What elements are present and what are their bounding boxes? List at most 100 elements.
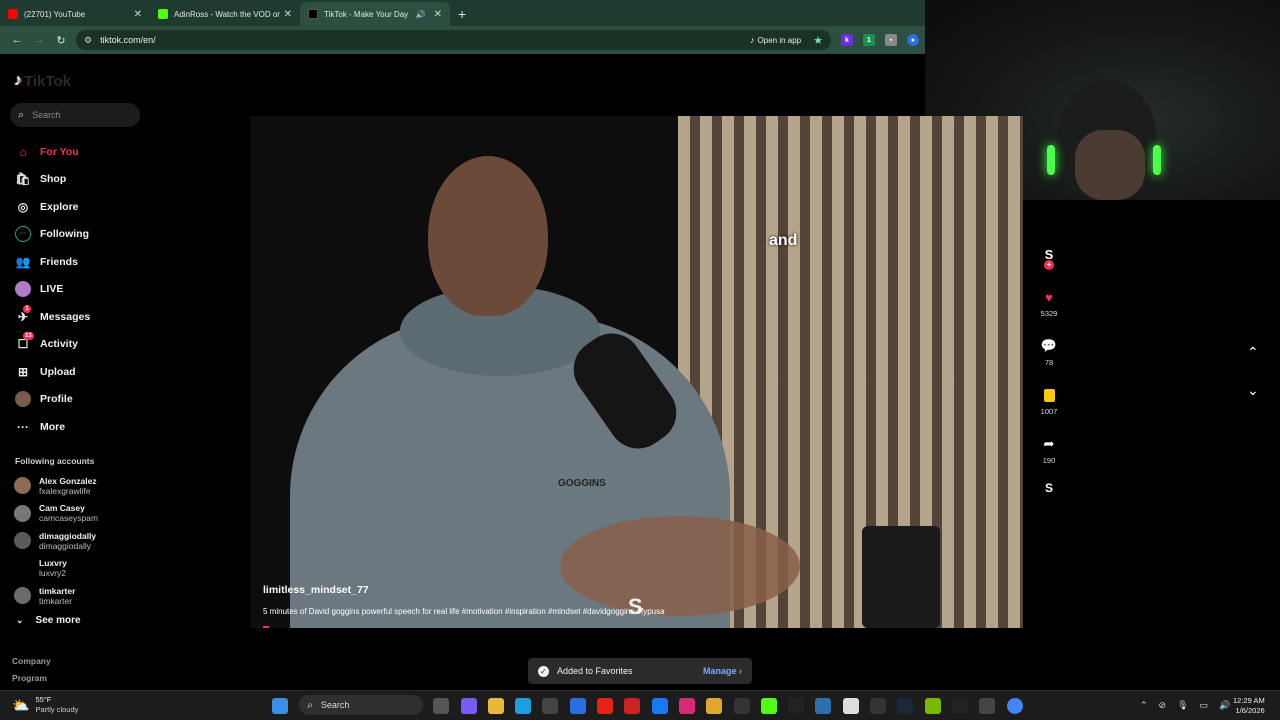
sidebar-item-shop[interactable]: 🛍 Shop [14,166,90,194]
sound-disc[interactable]: S [1033,479,1065,497]
following-account[interactable]: Luxvry luxvry2 [14,555,98,583]
forward-icon[interactable]: → [28,34,50,46]
chrome-icon[interactable] [1006,698,1023,714]
logo-text: TikTok [24,72,71,90]
favorite-count: 1007 [1040,407,1058,416]
see-more-button[interactable]: ⌄ See more [16,615,81,626]
search-input[interactable]: ⌕ Search [10,103,140,127]
video-progress-bar[interactable] [263,626,269,628]
extension-counter-icon[interactable]: 1 [863,34,875,46]
close-tab-icon[interactable]: ✕ [284,9,292,20]
weather-widget[interactable]: ⛅ 55°F Partly cloudy [12,695,78,715]
close-tab-icon[interactable]: ✕ [434,9,442,20]
following-account[interactable]: timkarter timkarter [14,582,98,610]
speaker-icon[interactable]: 🔊 [1219,700,1230,711]
share-count: 190 [1042,456,1056,465]
footer-link-company[interactable]: Company [12,656,51,666]
extension-k-icon[interactable]: k [841,34,853,46]
bookmark-star-icon[interactable]: ★ [813,34,823,47]
like-button[interactable]: ♥ 5329 [1033,288,1065,337]
edge-icon[interactable] [515,698,532,714]
comment-button[interactable]: 💬 78 [1033,337,1065,386]
sidebar-item-label: More [40,420,66,433]
sidebar-item-upload[interactable]: ⊞ Upload [14,358,90,386]
reload-icon[interactable]: ↻ [50,34,72,47]
account-name: timkarter [39,585,76,596]
nvidia-icon[interactable] [924,698,941,714]
search-icon: ⌕ [307,699,313,711]
following-account[interactable]: dimaggiodally dimaggiodally [14,527,98,555]
sidebar-item-label: Upload [40,365,76,378]
app-g-icon[interactable] [870,698,887,714]
creator-avatar[interactable]: S + [1033,244,1065,288]
mail-icon[interactable] [569,698,586,714]
video-player[interactable]: GOGGINS and S limitless_mindset_77 5 min… [250,116,1023,628]
windows-start-icon[interactable] [272,698,288,714]
sidebar-item-explore[interactable]: ◎ Explore [14,193,90,221]
more-icon: ··· [17,419,29,434]
folder-icon[interactable] [706,698,723,714]
tab-tiktok[interactable]: TikTok - Make Your Day 🔊 ✕ [300,2,450,26]
display-icon[interactable]: ▭ [1200,700,1209,711]
clock[interactable]: 12:29 AM 1/6/2026 [1233,696,1265,716]
roblox-icon[interactable] [842,698,859,714]
speaker-icon[interactable]: 🔊 [416,10,426,19]
extension-blue-icon[interactable]: ● [907,34,919,46]
sidebar-item-following[interactable]: ··· Following [14,221,90,249]
open-in-app-button[interactable]: ♪ Open in app [750,35,801,45]
chevron-up-icon[interactable]: ⌃ [1247,344,1259,361]
media-icon[interactable] [733,698,750,714]
network-off-icon[interactable]: ⊘ [1159,700,1167,711]
video-username[interactable]: limitless_mindset_77 [263,584,369,596]
sidebar-item-live[interactable]: LIVE [14,276,90,304]
sidebar-item-activity[interactable]: ☐ 13 Activity [14,331,90,359]
settings-icon[interactable] [979,698,996,714]
instagram-icon[interactable] [678,698,695,714]
app-red-icon[interactable] [624,698,641,714]
facebook-icon[interactable] [651,698,668,714]
back-icon[interactable]: ← [6,34,28,46]
sidebar-item-friends[interactable]: 👥 Friends [14,248,90,276]
file-explorer-icon[interactable] [487,698,504,714]
sidebar-item-messages[interactable]: ✈ 1 Messages [14,303,90,331]
favorite-button[interactable]: 1007 [1033,386,1065,435]
taskbar-search[interactable]: ⌕ Search [299,695,424,715]
epic-icon[interactable] [951,698,968,714]
footer-link-program[interactable]: Program [12,673,47,683]
site-settings-icon[interactable]: ⚙ [84,35,92,46]
comment-count: 78 [1044,358,1054,367]
tab-kick[interactable]: AdinRoss - Watch the VOD on ✕ [150,2,300,26]
mic-icon[interactable]: 🎙 [1177,700,1188,711]
sidebar-item-for-you[interactable]: ⌂ For You [14,138,90,166]
kick-app-icon[interactable] [760,698,777,714]
extension-puzzle-icon[interactable]: ▪ [885,34,897,46]
youtube-icon[interactable] [597,698,614,714]
manage-link[interactable]: Manage › [703,666,742,676]
speaker-head [428,156,548,316]
chevron-down-icon[interactable]: ⌄ [1247,382,1259,399]
manage-label: Manage [702,666,737,676]
share-button[interactable]: ➦ 190 [1033,435,1065,479]
tab-youtube[interactable]: (22701) YouTube ✕ [0,2,150,26]
sidebar-item-profile[interactable]: Profile [14,386,90,414]
avatar [14,532,31,550]
task-view-icon[interactable] [433,698,450,714]
like-count: 5329 [1040,309,1058,318]
snip-icon[interactable] [815,698,832,714]
following-accounts-title: Following accounts [15,456,95,466]
tiktok-logo[interactable]: ♪ TikTok [14,72,71,90]
follow-plus-icon[interactable]: + [1044,260,1054,270]
new-tab-button[interactable]: + [450,2,474,26]
steam-icon[interactable] [897,698,914,714]
sidebar-item-label: Following [40,228,89,241]
tiktok-icon [308,9,318,19]
close-tab-icon[interactable]: ✕ [134,9,142,20]
copilot-icon[interactable] [460,698,477,714]
store-icon[interactable] [542,698,559,714]
following-account[interactable]: Alex Gonzalez fxalexgrawlife [14,472,98,500]
following-account[interactable]: Cam Casey camcaseyspam [14,500,98,528]
url-field[interactable]: ⚙ tiktok.com/en/ ♪ Open in app ★ [76,30,831,50]
amazon-icon[interactable] [788,698,805,714]
chevron-up-icon[interactable]: ⌃ [1140,700,1148,711]
sidebar-item-more[interactable]: ··· More [14,413,90,441]
